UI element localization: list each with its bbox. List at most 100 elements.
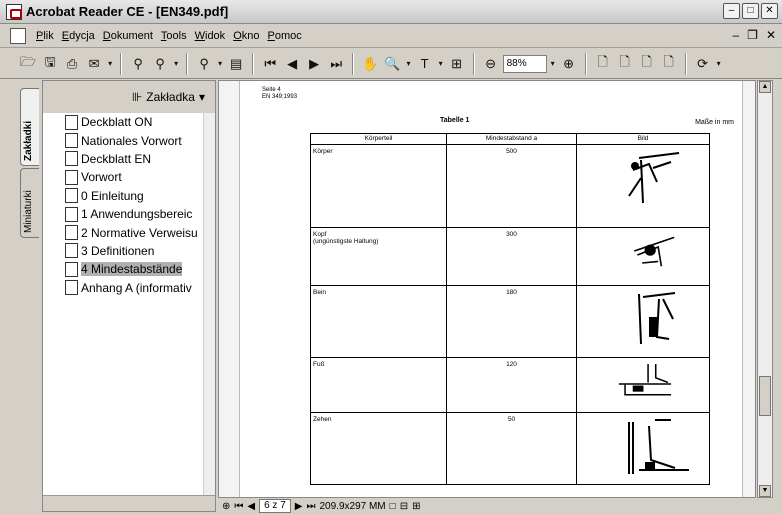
illustration-cell xyxy=(576,357,710,413)
menu-bar: Plik Edycja Dokument Tools Widok Okno Po… xyxy=(0,24,782,48)
maximize-button[interactable]: □ xyxy=(742,3,759,19)
bookmark-item[interactable]: Deckblatt EN xyxy=(43,150,203,168)
app-icon xyxy=(6,3,22,20)
bookmark-label: Anhang A (informativ xyxy=(81,280,192,295)
bookmark-item[interactable]: Nationales Vorwort xyxy=(43,131,203,149)
bookmark-label: 0 Einleitung xyxy=(81,188,144,203)
menu-edycja[interactable]: Edycja xyxy=(58,30,99,42)
previous-page-button[interactable]: ◀ xyxy=(247,501,255,512)
print-icon[interactable]: ⎙ xyxy=(62,53,82,75)
menu-widok[interactable]: Widok xyxy=(191,30,230,42)
table-row: Kopf (ungünstigste Haltung) 300 xyxy=(310,227,710,286)
body-part-cell: Zehen xyxy=(310,412,447,485)
next-page-icon[interactable]: ▶ xyxy=(304,53,324,75)
body-part-cell: Bein xyxy=(310,285,447,358)
table-row: Körper 500 xyxy=(310,144,710,228)
document-view[interactable]: Seite 4 EN 349:1993 Tabelle 1 Maße in mm… xyxy=(218,80,756,498)
menu-tools[interactable]: Tools xyxy=(157,30,191,42)
page-icon xyxy=(65,280,78,296)
find-dropdown-icon[interactable]: ▾ xyxy=(216,53,224,75)
distance-cell: 50 xyxy=(446,412,577,485)
zoom-out-icon[interactable]: ⊖ xyxy=(481,53,501,75)
first-page-icon[interactable]: ⏮ xyxy=(260,53,280,75)
bookmark-item[interactable]: 1 Anwendungsbereic xyxy=(43,205,203,223)
table-row: Fuß 120 xyxy=(310,357,710,413)
page-icon xyxy=(65,114,78,130)
leg-illustration xyxy=(638,292,676,345)
tab-thumbnails[interactable]: Miniaturki xyxy=(20,168,39,238)
scroll-thumb[interactable] xyxy=(759,376,771,416)
open-icon[interactable]: 🗁 xyxy=(18,53,38,75)
bookmarks-vertical-scrollbar[interactable] xyxy=(203,113,215,495)
doc-restore-button[interactable]: ❐ xyxy=(747,28,758,42)
rotate-icon[interactable]: ⟳ xyxy=(693,53,713,75)
scroll-down-button[interactable]: ▼ xyxy=(759,485,771,497)
save-icon[interactable]: 🖫 xyxy=(40,53,60,75)
search-dropdown-icon[interactable]: ▾ xyxy=(172,53,180,75)
fit-visible-icon[interactable]: 🗋 xyxy=(659,53,679,75)
single-page-icon[interactable]: □ xyxy=(390,501,396,512)
page-number-field[interactable]: 6 z 7 xyxy=(259,499,291,513)
page-header: Seite 4 EN 349:1993 xyxy=(262,87,297,101)
close-button[interactable]: ✕ xyxy=(761,3,778,19)
minimize-button[interactable]: – xyxy=(723,3,740,19)
last-page-button[interactable]: ⏭ xyxy=(306,501,315,512)
bookmark-item[interactable]: 3 Definitionen xyxy=(43,242,203,260)
page-icon xyxy=(65,206,78,222)
continuous-icon[interactable]: ⊟ xyxy=(400,501,408,512)
head-illustration xyxy=(633,236,675,267)
snapshot-icon[interactable]: ⊞ xyxy=(447,53,467,75)
zoom-tool-icon[interactable]: 🔍 xyxy=(382,53,402,75)
bookmark-item[interactable]: Deckblatt ON xyxy=(43,113,203,131)
zoom-dropdown-icon[interactable]: ▾ xyxy=(549,53,557,75)
previous-page-icon[interactable]: ◀ xyxy=(282,53,302,75)
menu-dokument[interactable]: Dokument xyxy=(99,30,157,42)
navigation-tabs: Zakładki Miniaturki xyxy=(0,80,42,512)
facing-icon[interactable]: ⊞ xyxy=(412,501,420,512)
bookmarks-panel: ⊪ Zakładka ▾ Deckblatt ON Nationales Vor… xyxy=(42,80,216,512)
column-header: Bild xyxy=(576,133,710,145)
bookmark-options-button[interactable]: Zakładka xyxy=(146,90,195,104)
find-icon[interactable]: ⚲ xyxy=(128,53,148,75)
menu-pomoc[interactable]: Pomoc xyxy=(264,30,306,42)
menu-plik[interactable]: Plik xyxy=(32,30,58,42)
hand-tool-icon[interactable]: ✋ xyxy=(360,53,380,75)
bookmarks-horizontal-scrollbar[interactable] xyxy=(43,495,215,511)
text-select-dropdown-icon[interactable]: ▾ xyxy=(437,53,445,75)
zoom-tool-dropdown-icon[interactable]: ▾ xyxy=(405,53,413,75)
document-icon[interactable] xyxy=(10,27,26,44)
actual-size-icon[interactable]: 🗋 xyxy=(593,53,613,75)
fit-page-icon[interactable]: 🗋 xyxy=(615,53,635,75)
first-page-button[interactable]: ⏮ xyxy=(234,501,243,512)
last-page-icon[interactable]: ⏭ xyxy=(326,53,346,75)
zoom-in-icon[interactable]: ⊕ xyxy=(559,53,579,75)
bookmark-item-selected[interactable]: 4 Mindestabstände xyxy=(43,260,203,278)
doc-close-button[interactable]: ✕ xyxy=(766,28,776,42)
rotate-dropdown-icon[interactable]: ▾ xyxy=(715,53,723,75)
bookmark-item[interactable]: Vorwort xyxy=(43,168,203,186)
bookmarks-panel-header: ⊪ Zakładka ▾ xyxy=(43,81,215,113)
find-next-icon[interactable]: ⚲ xyxy=(194,53,214,75)
zoom-input[interactable]: 88% xyxy=(502,54,547,73)
bookmark-item[interactable]: 2 Normative Verweisu xyxy=(43,223,203,241)
email-icon[interactable]: ✉ xyxy=(84,53,104,75)
tab-bookmarks[interactable]: Zakładki xyxy=(20,88,39,166)
fit-width-icon[interactable]: 🗋 xyxy=(637,53,657,75)
status-bar: ⊕ ⏮ ◀ 6 z 7 ▶ ⏭ 209.9x297 MM □ ⊟ ⊞ xyxy=(218,498,774,514)
text-select-icon[interactable]: T xyxy=(415,53,435,75)
document-vertical-scrollbar[interactable]: ▲ ▼ xyxy=(757,80,773,498)
panel-toggle-icon[interactable]: ▤ xyxy=(226,53,246,75)
scroll-up-button[interactable]: ▲ xyxy=(759,81,771,93)
bookmark-item[interactable]: Anhang A (informativ xyxy=(43,279,203,297)
bookmark-item[interactable]: 0 Einleitung xyxy=(43,187,203,205)
layout-toggle-icon[interactable]: ⊕ xyxy=(222,501,230,512)
search-icon[interactable]: ⚲ xyxy=(150,53,170,75)
page-icon xyxy=(65,133,78,149)
doc-minimize-button[interactable]: – xyxy=(732,28,739,42)
chevron-down-icon[interactable]: ▾ xyxy=(199,90,205,104)
email-dropdown-icon[interactable]: ▾ xyxy=(106,53,114,75)
next-page-button[interactable]: ▶ xyxy=(295,501,303,512)
distance-cell: 500 xyxy=(446,144,577,228)
page-icon xyxy=(65,243,78,259)
menu-okno[interactable]: Okno xyxy=(229,30,263,42)
